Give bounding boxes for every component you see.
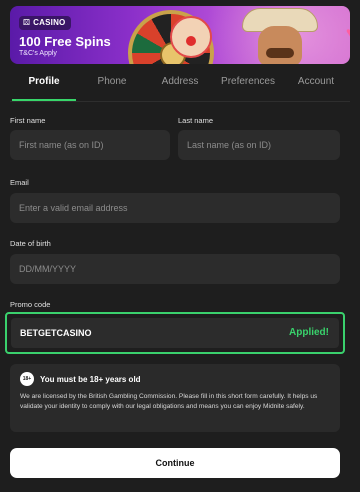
first-name-field[interactable]: First name (as on ID) <box>10 130 170 160</box>
notice-body: We are licensed by the British Gambling … <box>20 393 318 410</box>
tab-phone[interactable]: Phone <box>78 74 146 102</box>
last-name-label: Last name <box>178 116 214 125</box>
notice-header: 18+ You must be 18+ years old <box>20 372 330 386</box>
promo-code-value: BETGETCASINO <box>20 328 92 338</box>
notice-title: You must be 18+ years old <box>40 374 141 384</box>
heart-icon: ♥ <box>346 24 350 40</box>
dob-field[interactable]: DD/MM/YYYY <box>10 254 340 284</box>
promo-code-field[interactable]: BETGETCASINO Applied! <box>5 312 345 354</box>
promo-label: Promo code <box>10 300 51 309</box>
continue-button[interactable]: Continue <box>10 448 340 478</box>
promo-code-input[interactable]: BETGETCASINO Applied! <box>11 318 339 348</box>
age-18-icon: 18+ <box>20 372 34 386</box>
promo-banner[interactable]: ♥ ⚄ CASINO 100 Free Spins T&C's Apply <box>10 6 350 64</box>
banner-terms: T&C's Apply <box>19 50 57 57</box>
cowboy-face-image <box>258 26 302 64</box>
casino-badge-label: CASINO <box>33 18 66 27</box>
tab-preferences[interactable]: Preferences <box>214 74 282 102</box>
clown-image <box>170 16 212 58</box>
email-label: Email <box>10 178 29 187</box>
tab-address[interactable]: Address <box>146 74 214 102</box>
dice-icon: ⚄ <box>23 18 31 27</box>
banner-title: 100 Free Spins <box>19 34 111 49</box>
casino-badge: ⚄ CASINO <box>19 16 72 30</box>
tabs-divider <box>10 101 350 102</box>
first-name-label: First name <box>10 116 46 125</box>
last-name-field[interactable]: Last name (as on ID) <box>178 130 340 160</box>
promo-applied-status: Applied! <box>289 327 329 338</box>
email-field[interactable]: Enter a valid email address <box>10 193 340 223</box>
tab-profile[interactable]: Profile <box>10 74 78 102</box>
profile-tabs: Profile Phone Address Preferences Accoun… <box>10 74 350 102</box>
tab-account[interactable]: Account <box>282 74 350 102</box>
dob-label: Date of birth <box>10 239 51 248</box>
age-notice: 18+ You must be 18+ years old We are lic… <box>10 364 340 432</box>
